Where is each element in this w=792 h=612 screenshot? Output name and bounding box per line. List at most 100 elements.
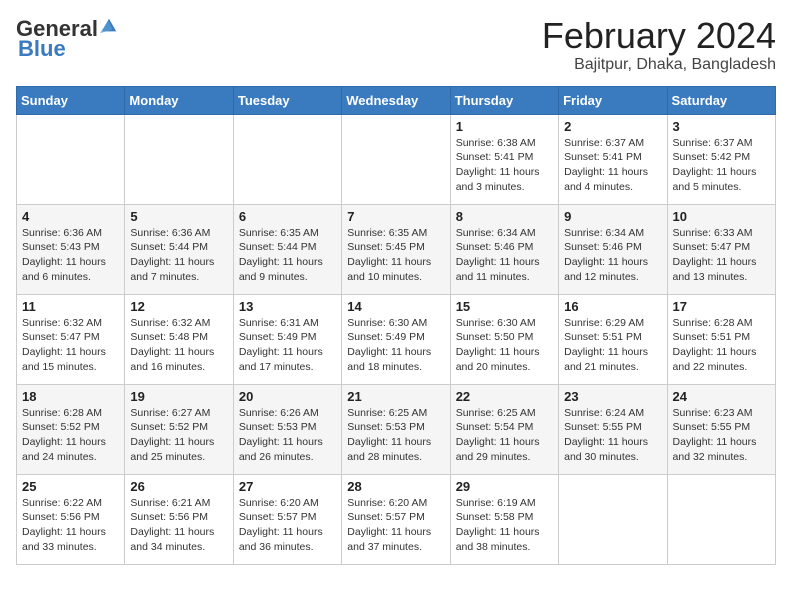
day-header-saturday: Saturday (667, 86, 775, 114)
day-header-thursday: Thursday (450, 86, 558, 114)
calendar-cell: 20 Sunrise: 6:26 AMSunset: 5:53 PMDayligh… (233, 384, 341, 474)
day-number: 13 (239, 299, 336, 314)
calendar-cell: 11 Sunrise: 6:32 AMSunset: 5:47 PMDayligh… (17, 294, 125, 384)
calendar-cell: 25Sunrise: 6:22 AMSunset: 5:56 PMDayligh… (17, 474, 125, 564)
day-info: Sunrise: 6:28 AMSunset: 5:52 PMDaylight:… (22, 406, 119, 465)
day-info: Sunrise: 6:32 AMSunset: 5:48 PMDaylight:… (130, 316, 227, 375)
day-number: 10 (673, 209, 770, 224)
day-info: Sunrise: 6:24 AMSunset: 5:55 PMDaylight:… (564, 406, 661, 465)
day-number: 8 (456, 209, 553, 224)
day-number: 16 (564, 299, 661, 314)
day-number: 19 (130, 389, 227, 404)
day-number: 6 (239, 209, 336, 224)
day-number: 21 (347, 389, 444, 404)
logo: General Blue (16, 16, 118, 62)
day-info: Sunrise: 6:34 AMSunset: 5:46 PMDaylight:… (456, 226, 553, 285)
day-header-sunday: Sunday (17, 86, 125, 114)
day-header-tuesday: Tuesday (233, 86, 341, 114)
day-number: 29 (456, 479, 553, 494)
calendar-subtitle: Bajitpur, Dhaka, Bangladesh (542, 56, 776, 74)
day-number: 28 (347, 479, 444, 494)
calendar-cell: 8 Sunrise: 6:34 AMSunset: 5:46 PMDaylight… (450, 204, 558, 294)
calendar-cell: 18 Sunrise: 6:28 AMSunset: 5:52 PMDayligh… (17, 384, 125, 474)
day-number: 9 (564, 209, 661, 224)
day-info: Sunrise: 6:36 AMSunset: 5:44 PMDaylight:… (130, 226, 227, 285)
day-number: 20 (239, 389, 336, 404)
calendar-cell: 19 Sunrise: 6:27 AMSunset: 5:52 PMDayligh… (125, 384, 233, 474)
day-number: 26 (130, 479, 227, 494)
calendar-cell: 13 Sunrise: 6:31 AMSunset: 5:49 PMDayligh… (233, 294, 341, 384)
calendar-cell: 22 Sunrise: 6:25 AMSunset: 5:54 PMDayligh… (450, 384, 558, 474)
day-number: 5 (130, 209, 227, 224)
day-number: 7 (347, 209, 444, 224)
day-info: Sunrise: 6:30 AMSunset: 5:50 PMDaylight:… (456, 316, 553, 375)
day-number: 3 (673, 119, 770, 134)
calendar-cell: 5 Sunrise: 6:36 AMSunset: 5:44 PMDaylight… (125, 204, 233, 294)
calendar-week-3: 11 Sunrise: 6:32 AMSunset: 5:47 PMDayligh… (17, 294, 776, 384)
day-number: 22 (456, 389, 553, 404)
day-info: Sunrise: 6:31 AMSunset: 5:49 PMDaylight:… (239, 316, 336, 375)
day-number: 14 (347, 299, 444, 314)
day-number: 23 (564, 389, 661, 404)
day-number: 12 (130, 299, 227, 314)
calendar-cell: 12 Sunrise: 6:32 AMSunset: 5:48 PMDayligh… (125, 294, 233, 384)
calendar-cell: 29Sunrise: 6:19 AMSunset: 5:58 PMDayligh… (450, 474, 558, 564)
day-info: Sunrise: 6:25 AMSunset: 5:54 PMDaylight:… (456, 406, 553, 465)
calendar-cell (559, 474, 667, 564)
calendar-week-2: 4 Sunrise: 6:36 AMSunset: 5:43 PMDaylight… (17, 204, 776, 294)
calendar-cell: 23 Sunrise: 6:24 AMSunset: 5:55 PMDayligh… (559, 384, 667, 474)
day-number: 4 (22, 209, 119, 224)
day-header-friday: Friday (559, 86, 667, 114)
calendar-cell: 17 Sunrise: 6:28 AMSunset: 5:51 PMDayligh… (667, 294, 775, 384)
logo-icon (100, 17, 118, 35)
day-number: 1 (456, 119, 553, 134)
calendar-cell: 4 Sunrise: 6:36 AMSunset: 5:43 PMDaylight… (17, 204, 125, 294)
calendar-cell (667, 474, 775, 564)
day-number: 18 (22, 389, 119, 404)
day-number: 24 (673, 389, 770, 404)
day-number: 25 (22, 479, 119, 494)
calendar-table: SundayMondayTuesdayWednesdayThursdayFrid… (16, 86, 776, 565)
day-number: 17 (673, 299, 770, 314)
calendar-week-4: 18 Sunrise: 6:28 AMSunset: 5:52 PMDayligh… (17, 384, 776, 474)
calendar-cell: 1Sunrise: 6:38 AMSunset: 5:41 PMDaylight… (450, 114, 558, 204)
calendar-cell: 21 Sunrise: 6:25 AMSunset: 5:53 PMDayligh… (342, 384, 450, 474)
day-info: Sunrise: 6:21 AMSunset: 5:56 PMDaylight:… (130, 496, 227, 555)
day-info: Sunrise: 6:27 AMSunset: 5:52 PMDaylight:… (130, 406, 227, 465)
day-info: Sunrise: 6:35 AMSunset: 5:45 PMDaylight:… (347, 226, 444, 285)
calendar-cell (342, 114, 450, 204)
day-info: Sunrise: 6:33 AMSunset: 5:47 PMDaylight:… (673, 226, 770, 285)
calendar-cell: 24 Sunrise: 6:23 AMSunset: 5:55 PMDayligh… (667, 384, 775, 474)
calendar-cell: 28 Sunrise: 6:20 AMSunset: 5:57 PMDayligh… (342, 474, 450, 564)
day-info: Sunrise: 6:28 AMSunset: 5:51 PMDaylight:… (673, 316, 770, 375)
calendar-cell: 15Sunrise: 6:30 AMSunset: 5:50 PMDayligh… (450, 294, 558, 384)
day-number: 11 (22, 299, 119, 314)
day-info: Sunrise: 6:30 AMSunset: 5:49 PMDaylight:… (347, 316, 444, 375)
calendar-cell: 27Sunrise: 6:20 AMSunset: 5:57 PMDayligh… (233, 474, 341, 564)
calendar-cell: 2 Sunrise: 6:37 AMSunset: 5:41 PMDaylight… (559, 114, 667, 204)
calendar-cell: 6 Sunrise: 6:35 AMSunset: 5:44 PMDaylight… (233, 204, 341, 294)
logo-blue: Blue (18, 36, 66, 62)
calendar-cell (17, 114, 125, 204)
calendar-cell: 26 Sunrise: 6:21 AMSunset: 5:56 PMDayligh… (125, 474, 233, 564)
day-info: Sunrise: 6:32 AMSunset: 5:47 PMDaylight:… (22, 316, 119, 375)
day-number: 2 (564, 119, 661, 134)
calendar-cell: 14 Sunrise: 6:30 AMSunset: 5:49 PMDayligh… (342, 294, 450, 384)
day-info: Sunrise: 6:34 AMSunset: 5:46 PMDaylight:… (564, 226, 661, 285)
day-info: Sunrise: 6:26 AMSunset: 5:53 PMDaylight:… (239, 406, 336, 465)
calendar-cell: 9 Sunrise: 6:34 AMSunset: 5:46 PMDaylight… (559, 204, 667, 294)
day-info: Sunrise: 6:35 AMSunset: 5:44 PMDaylight:… (239, 226, 336, 285)
day-info: Sunrise: 6:36 AMSunset: 5:43 PMDaylight:… (22, 226, 119, 285)
page-header: General Blue February 2024 Bajitpur, Dha… (16, 16, 776, 74)
calendar-week-5: 25Sunrise: 6:22 AMSunset: 5:56 PMDayligh… (17, 474, 776, 564)
day-info: Sunrise: 6:37 AMSunset: 5:41 PMDaylight:… (564, 136, 661, 195)
calendar-week-1: 1Sunrise: 6:38 AMSunset: 5:41 PMDaylight… (17, 114, 776, 204)
calendar-cell: 10 Sunrise: 6:33 AMSunset: 5:47 PMDayligh… (667, 204, 775, 294)
day-info: Sunrise: 6:23 AMSunset: 5:55 PMDaylight:… (673, 406, 770, 465)
title-block: February 2024 Bajitpur, Dhaka, Banglades… (542, 16, 776, 74)
day-info: Sunrise: 6:25 AMSunset: 5:53 PMDaylight:… (347, 406, 444, 465)
calendar-cell: 16Sunrise: 6:29 AMSunset: 5:51 PMDayligh… (559, 294, 667, 384)
day-info: Sunrise: 6:20 AMSunset: 5:57 PMDaylight:… (347, 496, 444, 555)
day-number: 27 (239, 479, 336, 494)
calendar-title: February 2024 (542, 16, 776, 56)
